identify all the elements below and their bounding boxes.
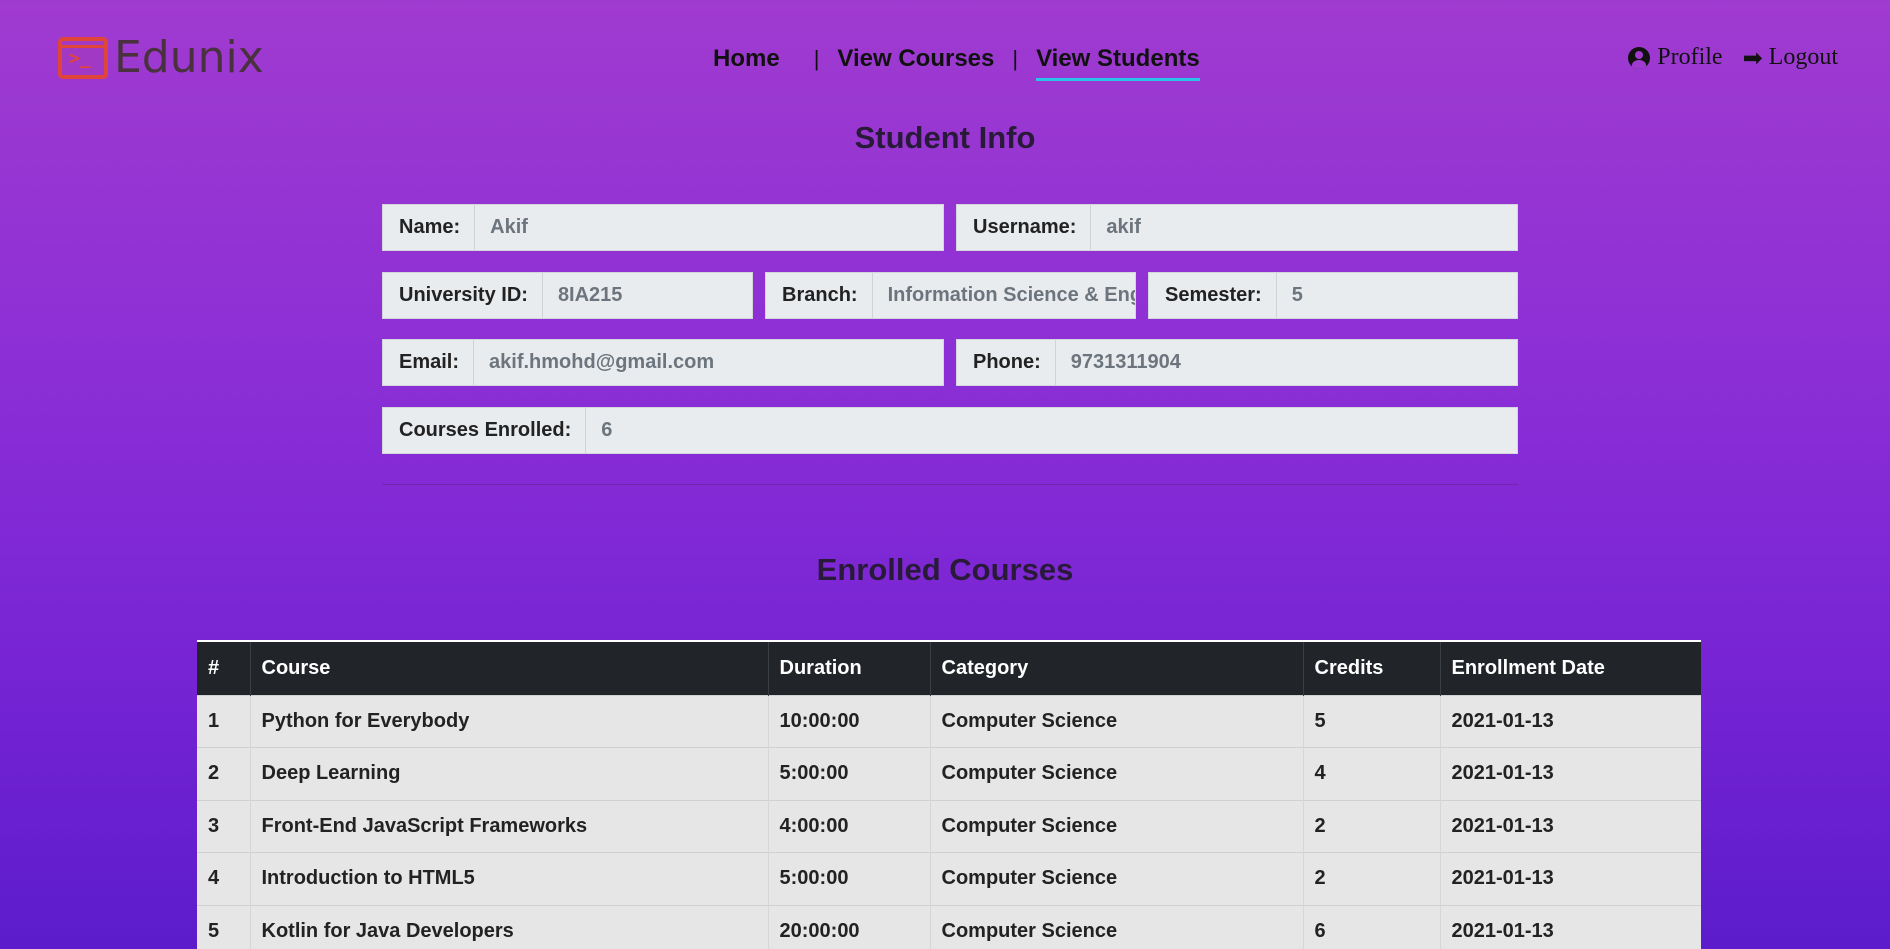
nav-home[interactable]: Home — [713, 45, 780, 73]
cell-category: Computer Science — [929, 852, 1303, 905]
cell-credits: 2 — [1302, 852, 1440, 905]
table-row: 4 Introduction to HTML5 5:00:00 Computer… — [197, 852, 1701, 905]
cell-enrollment-date: 2021-01-13 — [1439, 747, 1701, 800]
enrolled-courses-table: # Course Duration Category Credits Enrol… — [197, 640, 1701, 949]
username-label: Username: — [957, 205, 1092, 250]
phone-value: 9731311904 — [1070, 351, 1181, 373]
cell-category: Computer Science — [929, 904, 1303, 949]
main-nav: Home | View Courses | View Students — [713, 44, 1200, 81]
cell-number: 5 — [197, 904, 250, 949]
cell-category: Computer Science — [929, 694, 1303, 748]
logout-link[interactable]: ➡ Logout — [1743, 44, 1838, 71]
university-id-label: University ID: — [383, 273, 543, 318]
table-row: 5 Kotlin for Java Developers 20:00:00 Co… — [197, 904, 1701, 949]
cell-duration: 5:00:00 — [767, 747, 930, 800]
name-value: Akif — [490, 216, 528, 238]
cell-number: 4 — [197, 852, 250, 905]
cell-course: Introduction to HTML5 — [249, 852, 768, 905]
table-header-row: # Course Duration Category Credits Enrol… — [197, 640, 1701, 695]
cell-enrollment-date: 2021-01-13 — [1439, 904, 1701, 949]
cell-enrollment-date: 2021-01-13 — [1439, 799, 1701, 853]
courses-enrolled-value: 6 — [601, 419, 613, 441]
name-label: Name: — [383, 205, 476, 250]
info-row-4: Courses Enrolled: 6 — [382, 407, 1518, 454]
enrolled-courses-title: Enrolled Courses — [816, 552, 1074, 587]
cell-number: 2 — [197, 747, 250, 800]
cell-duration: 10:00:00 — [767, 694, 930, 748]
cell-number: 1 — [197, 694, 250, 748]
cell-category: Computer Science — [929, 747, 1303, 800]
courses-enrolled-label: Courses Enrolled: — [383, 408, 587, 453]
university-id-field: University ID: 8IA215 — [382, 272, 753, 319]
cell-number: 3 — [197, 799, 250, 853]
table-row: 2 Deep Learning 5:00:00 Computer Science… — [197, 747, 1701, 800]
courses-enrolled-field: Courses Enrolled: 6 — [382, 407, 1518, 454]
email-value: akif.hmohd@gmail.com — [489, 351, 715, 373]
cell-course: Python for Everybody — [249, 694, 768, 748]
cell-enrollment-date: 2021-01-13 — [1439, 694, 1701, 748]
info-row-1: Name: Akif Username: akif — [382, 204, 1518, 251]
terminal-icon: >_ — [58, 37, 108, 79]
username-field: Username: akif — [956, 204, 1518, 251]
university-id-value: 8IA215 — [557, 284, 623, 306]
cell-credits: 2 — [1302, 799, 1440, 853]
sign-out-icon: ➡ — [1742, 43, 1763, 72]
user-circle-icon — [1628, 46, 1651, 69]
email-field: Email: akif.hmohd@gmail.com — [382, 339, 944, 386]
phone-label: Phone: — [957, 340, 1056, 385]
column-header-duration: Duration — [767, 640, 930, 695]
info-row-2: University ID: 8IA215 Branch: Informatio… — [382, 272, 1518, 319]
nav-separator: | — [1012, 46, 1019, 71]
cell-course: Front-End JavaScript Frameworks — [249, 799, 768, 853]
branch-label: Branch: — [766, 273, 873, 318]
student-info-title: Student Info — [854, 120, 1036, 155]
info-row-3: Email: akif.hmohd@gmail.com Phone: 97313… — [382, 339, 1518, 386]
semester-field: Semester: 5 — [1148, 272, 1518, 319]
cell-credits: 4 — [1302, 747, 1440, 800]
profile-label: Profile — [1657, 44, 1723, 70]
logout-label: Logout — [1768, 44, 1838, 70]
cell-duration: 4:00:00 — [767, 799, 930, 853]
cell-credits: 5 — [1302, 694, 1440, 748]
semester-label: Semester: — [1149, 273, 1277, 318]
column-header-category: Category — [929, 640, 1303, 695]
semester-value: 5 — [1291, 284, 1303, 306]
cell-duration: 5:00:00 — [767, 852, 930, 905]
user-menu: Profile ➡ Logout — [1608, 44, 1838, 71]
name-field: Name: Akif — [382, 204, 944, 251]
cell-course: Deep Learning — [249, 747, 768, 800]
cell-enrollment-date: 2021-01-13 — [1439, 852, 1701, 905]
cell-duration: 20:00:00 — [767, 904, 930, 949]
username-value: akif — [1106, 216, 1141, 238]
table-row: 1 Python for Everybody 10:00:00 Computer… — [197, 694, 1701, 748]
branch-field: Branch: Information Science & Eng — [765, 272, 1136, 319]
nav-view-students[interactable]: View Students — [1036, 45, 1200, 81]
cell-category: Computer Science — [929, 799, 1303, 853]
section-divider — [382, 484, 1518, 485]
cell-credits: 6 — [1302, 904, 1440, 949]
column-header-number: # — [197, 640, 250, 695]
column-header-enrollment-date: Enrollment Date — [1439, 640, 1701, 695]
brand-logo[interactable]: >_ Edunix — [58, 36, 264, 80]
email-label: Email: — [383, 340, 475, 385]
nav-view-courses[interactable]: View Courses — [837, 45, 994, 73]
branch-value: Information Science & Eng — [887, 284, 1135, 306]
brand-name: Edunix — [114, 32, 264, 83]
column-header-course: Course — [249, 640, 768, 695]
table-row: 3 Front-End JavaScript Frameworks 4:00:0… — [197, 799, 1701, 853]
cell-course: Kotlin for Java Developers — [249, 904, 768, 949]
profile-link[interactable]: Profile — [1628, 44, 1723, 71]
nav-separator: | — [813, 46, 820, 71]
column-header-credits: Credits — [1302, 640, 1440, 695]
phone-field: Phone: 9731311904 — [956, 339, 1518, 386]
navbar: >_ Edunix Home | View Courses | View Stu… — [0, 0, 1890, 118]
